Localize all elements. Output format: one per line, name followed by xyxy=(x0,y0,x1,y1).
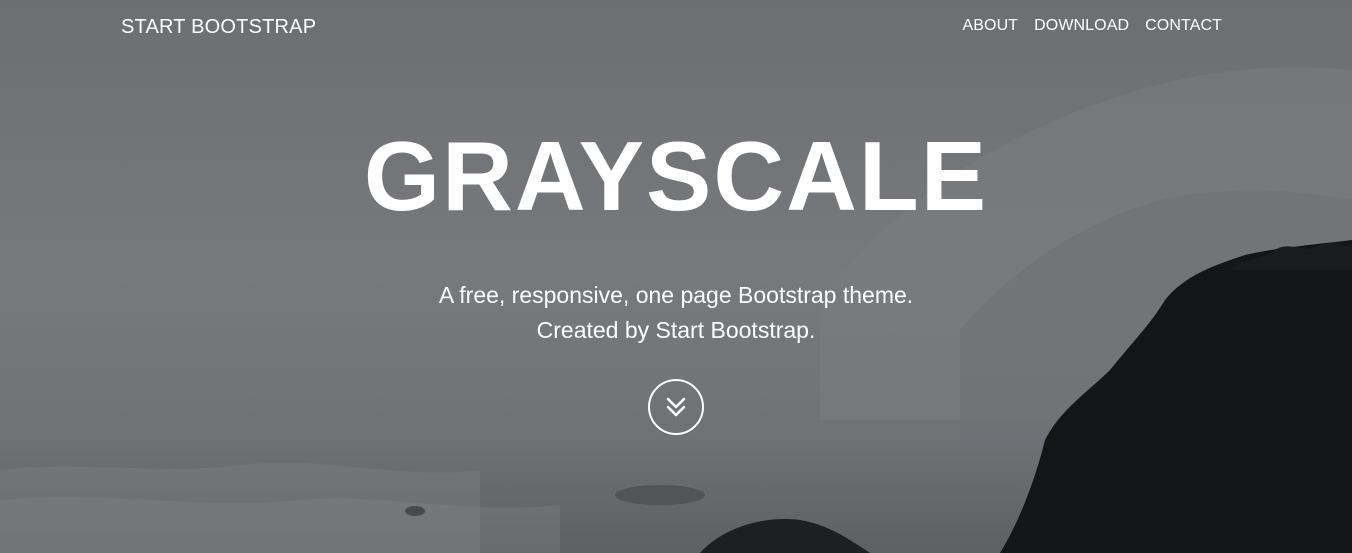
brand-link[interactable]: START BOOTSTRAP xyxy=(121,16,316,39)
navbar: START BOOTSTRAP ABOUT DOWNLOAD CONTACT xyxy=(0,0,1352,56)
nav-link-about[interactable]: ABOUT xyxy=(963,17,1019,35)
nav-links: ABOUT DOWNLOAD CONTACT xyxy=(963,17,1223,35)
nav-link-contact[interactable]: CONTACT xyxy=(1145,17,1222,35)
hero-subtitle: A free, responsive, one page Bootstrap t… xyxy=(0,278,1352,348)
background-landscape-image xyxy=(0,0,1352,553)
page-title: GRAYSCALE xyxy=(363,121,989,231)
double-chevron-down-icon xyxy=(666,397,686,417)
subtitle-line-1: A free, responsive, one page Bootstrap t… xyxy=(438,282,914,308)
scroll-down-button[interactable] xyxy=(648,379,704,435)
hero-section: START BOOTSTRAP ABOUT DOWNLOAD CONTACT G… xyxy=(0,0,1352,553)
nav-link-download[interactable]: DOWNLOAD xyxy=(1034,17,1129,35)
subtitle-line-2: Created by Start Bootstrap. xyxy=(536,317,816,343)
